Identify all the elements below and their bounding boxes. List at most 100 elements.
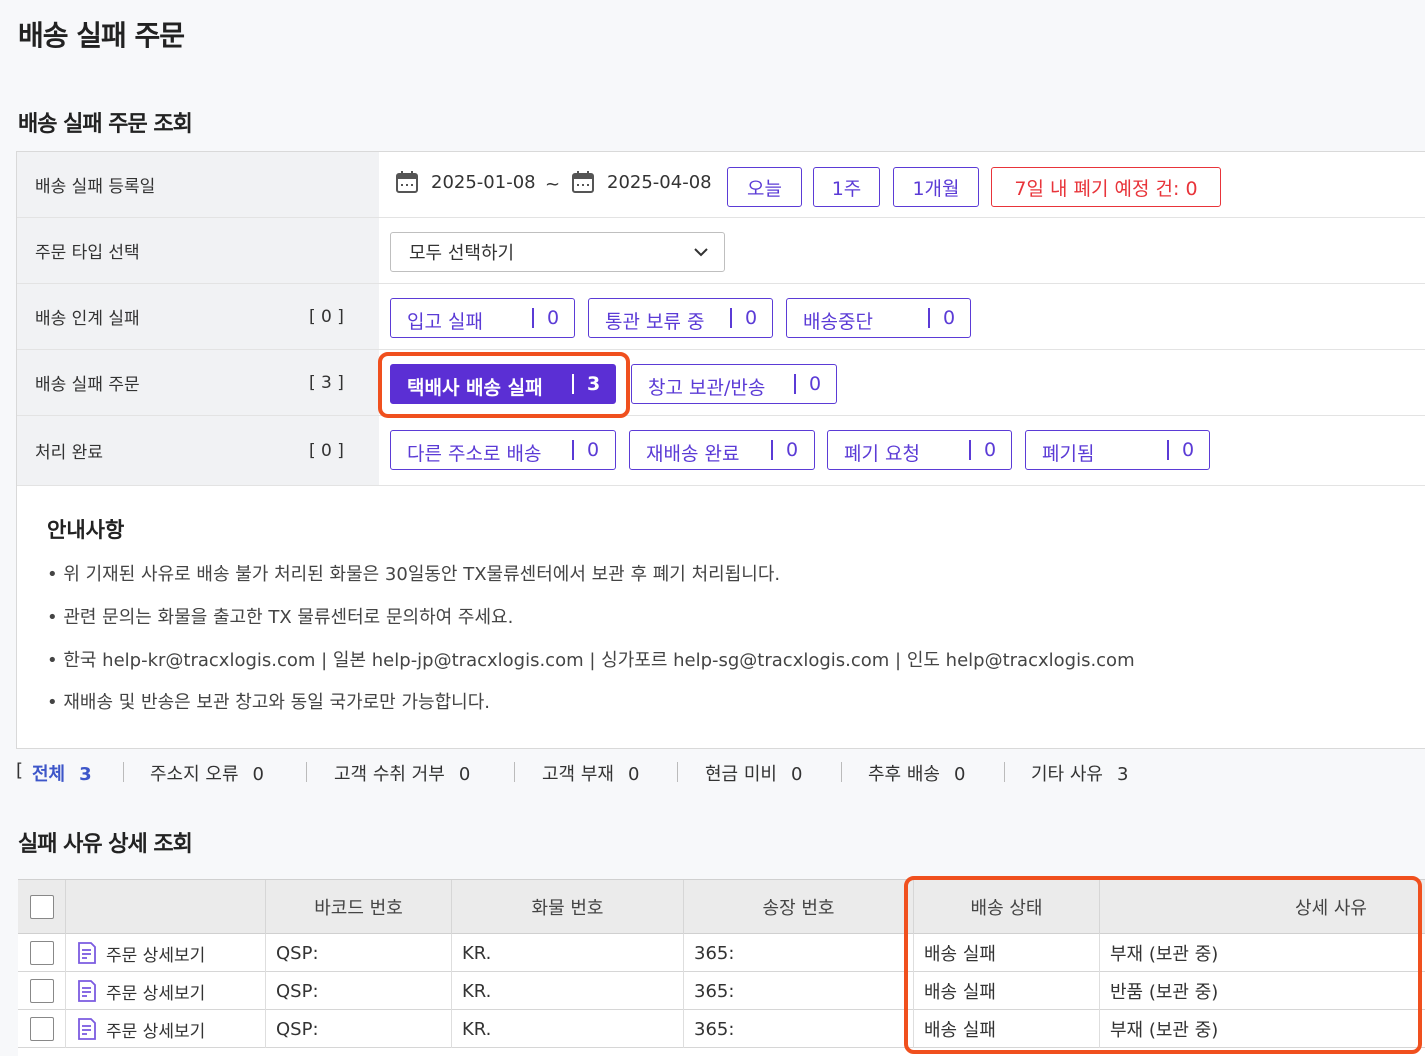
- chip-count: 3: [587, 373, 601, 395]
- select-all-checkbox[interactable]: [29, 895, 54, 919]
- document-icon: [78, 980, 96, 1002]
- chevron-down-icon: [694, 248, 708, 257]
- notice-title: 안내사항: [47, 518, 125, 542]
- cell-invoice: 365:: [684, 1010, 914, 1048]
- cell-reason: 반품 (보관 중): [1100, 972, 1425, 1010]
- completed-row: 처리 완료[ 0 ] 다른 주소로 배송 0 재배송 완료 0 폐기 요청 0 …: [17, 416, 1425, 486]
- date-separator: ~: [545, 174, 561, 195]
- header-delivery-status[interactable]: 배송 상태: [914, 880, 1100, 934]
- filter-other-reason[interactable]: 기타 사유 3: [1031, 760, 1128, 786]
- row-checkbox[interactable]: [30, 1017, 54, 1041]
- calendar-icon[interactable]: [571, 170, 595, 194]
- header-detail-col: [66, 880, 266, 934]
- document-icon: [78, 942, 96, 964]
- table-row: 주문 상세보기 QSP: KR. 365: 배송 실패 부재 (보관 중): [18, 1010, 1425, 1048]
- chip-label: 재배송 완료: [646, 443, 740, 465]
- failed-orders-row: 배송 실패 주문[ 3 ] 택배사 배송 실패 3 창고 보관/반송 0: [17, 350, 1425, 416]
- header-cargo-no[interactable]: 화물 번호: [452, 880, 684, 934]
- table-header: 바코드 번호 화물 번호 송장 번호 배송 상태 상세 사유: [18, 880, 1425, 934]
- completed-label: 처리 완료[ 0 ]: [17, 416, 379, 485]
- cell-barcode: QSP:: [266, 1010, 452, 1048]
- cell-barcode: QSP:: [266, 934, 452, 972]
- detail-section-title: 실패 사유 상세 조회: [18, 832, 193, 857]
- dispose-soon-button[interactable]: 7일 내 폐기 예정 건: 0: [991, 167, 1221, 207]
- filter-chip-delivery-stopped[interactable]: 배송중단 0: [786, 298, 971, 338]
- handover-fail-count: [ 0 ]: [309, 306, 344, 327]
- filter-chip-warehouse-return[interactable]: 창고 보관/반송 0: [631, 364, 837, 404]
- date-from-field[interactable]: 2025-01-08: [395, 170, 536, 194]
- chip-label: 통관 보류 중: [605, 311, 705, 333]
- chip-count: 0: [745, 307, 758, 329]
- filter-chip-dispose-request[interactable]: 폐기 요청 0: [827, 430, 1012, 470]
- handover-fail-row: 배송 인계 실패[ 0 ] 입고 실패 0 통관 보류 중 0 배송중단 0: [17, 284, 1425, 350]
- order-type-label: 주문 타입 선택: [17, 218, 379, 283]
- quick-today-button[interactable]: 오늘: [727, 167, 802, 207]
- filter-refused[interactable]: 고객 수취 거부 0: [334, 760, 470, 786]
- chip-label: 창고 보관/반송: [648, 377, 766, 399]
- cell-status: 배송 실패: [914, 972, 1100, 1010]
- order-detail-link[interactable]: 주문 상세보기: [76, 941, 205, 966]
- filter-chip-courier-fail[interactable]: 택배사 배송 실패 3: [390, 364, 616, 404]
- cell-cargo: KR.: [452, 1010, 684, 1048]
- completed-count: [ 0 ]: [309, 440, 344, 461]
- date-to-field[interactable]: 2025-04-08: [571, 170, 712, 194]
- notice-line: • 재배송 및 반송은 보관 창고와 동일 국가로만 가능합니다.: [47, 692, 490, 713]
- row-checkbox[interactable]: [30, 941, 54, 965]
- cell-barcode: QSP:: [266, 972, 452, 1010]
- order-detail-link[interactable]: 주문 상세보기: [76, 1017, 205, 1042]
- chip-count: 0: [984, 439, 997, 461]
- failed-orders-count: [ 3 ]: [309, 372, 344, 393]
- table-row: 주문 상세보기 QSP: KR. 365: 배송 실패 반품 (보관 중): [18, 972, 1425, 1010]
- search-section-title: 배송 실패 주문 조회: [18, 112, 193, 137]
- filter-no-cash[interactable]: 현금 미비 0: [705, 760, 802, 786]
- document-icon: [78, 1018, 96, 1040]
- chip-label: 폐기됨: [1042, 443, 1095, 465]
- header-invoice-no[interactable]: 송장 번호: [684, 880, 914, 934]
- cell-invoice: 365:: [684, 934, 914, 972]
- order-type-value: 모두 선택하기: [409, 243, 515, 264]
- date-row: 배송 실패 등록일 2025-01-08 ~ 2025-04-08 오늘 1주 …: [17, 152, 1425, 218]
- date-label: 배송 실패 등록일: [17, 152, 379, 217]
- order-type-row: 주문 타입 선택 모두 선택하기: [17, 218, 1425, 284]
- filter-address-error[interactable]: 주소지 오류 0: [150, 760, 264, 786]
- cell-cargo: KR.: [452, 934, 684, 972]
- failed-orders-label: 배송 실패 주문[ 3 ]: [17, 350, 379, 415]
- page-title: 배송 실패 주문: [18, 19, 185, 52]
- chip-count: 0: [587, 439, 600, 461]
- cell-reason: 부재 (보관 중): [1100, 1010, 1425, 1048]
- detail-table: 바코드 번호 화물 번호 송장 번호 배송 상태 상세 사유 주문 상세보기 Q…: [18, 879, 1425, 1056]
- cell-invoice: 365:: [684, 972, 914, 1010]
- header-detail-reason[interactable]: 상세 사유: [1100, 880, 1425, 934]
- order-detail-link[interactable]: 주문 상세보기: [76, 979, 205, 1004]
- filter-absent[interactable]: 고객 부재 0: [542, 760, 639, 786]
- chip-count: 0: [943, 307, 956, 329]
- quick-week-button[interactable]: 1주: [813, 167, 880, 207]
- chip-label: 택배사 배송 실패: [407, 377, 543, 399]
- notice-line: • 위 기재된 사유로 배송 불가 처리된 화물은 30일동안 TX물류센터에서…: [47, 564, 781, 585]
- notice-line: • 한국 help-kr@tracxlogis.com | 일본 help-jp…: [47, 650, 1135, 671]
- filter-all[interactable]: 전체 3: [32, 760, 92, 786]
- calendar-icon[interactable]: [395, 170, 419, 194]
- search-panel: 배송 실패 등록일 2025-01-08 ~ 2025-04-08 오늘 1주 …: [16, 151, 1425, 749]
- cell-reason: 부재 (보관 중): [1100, 934, 1425, 972]
- chip-label: 배송중단: [803, 311, 873, 333]
- filter-chip-customs-hold[interactable]: 통관 보류 중 0: [588, 298, 773, 338]
- cell-status: 배송 실패: [914, 934, 1100, 972]
- notice-line: • 관련 문의는 화물을 출고한 TX 물류센터로 문의하여 주세요.: [47, 607, 514, 628]
- row-checkbox[interactable]: [30, 979, 54, 1003]
- filter-chip-disposed[interactable]: 폐기됨 0: [1025, 430, 1210, 470]
- filter-chip-redelivered[interactable]: 재배송 완료 0: [629, 430, 815, 470]
- chip-label: 다른 주소로 배송: [407, 443, 542, 465]
- chip-count: 0: [809, 373, 822, 395]
- order-type-select[interactable]: 모두 선택하기: [390, 232, 725, 272]
- quick-month-button[interactable]: 1개월: [893, 167, 979, 207]
- cell-status: 배송 실패: [914, 1010, 1100, 1048]
- chip-label: 폐기 요청: [844, 443, 920, 465]
- filter-chip-other-address[interactable]: 다른 주소로 배송 0: [390, 430, 616, 470]
- table-row: 주문 상세보기 QSP: KR. 365: 배송 실패 부재 (보관 중): [18, 934, 1425, 972]
- filter-chip-inbound-fail[interactable]: 입고 실패 0: [390, 298, 575, 338]
- chip-count: 0: [1182, 439, 1195, 461]
- filter-later-delivery[interactable]: 추후 배송 0: [868, 760, 965, 786]
- date-from-text: 2025-01-08: [431, 171, 536, 193]
- header-barcode[interactable]: 바코드 번호: [266, 880, 452, 934]
